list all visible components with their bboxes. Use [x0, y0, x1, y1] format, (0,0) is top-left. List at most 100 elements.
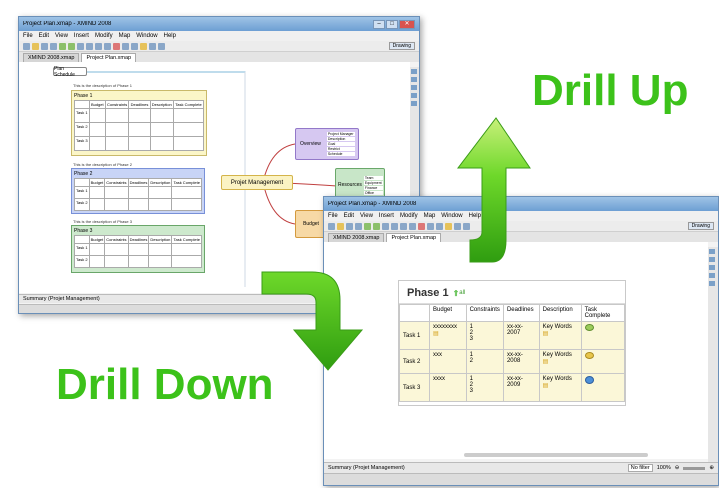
new-icon[interactable] [328, 222, 335, 230]
menu-edit[interactable]: Edit [344, 213, 354, 219]
copy-icon[interactable] [86, 42, 93, 50]
redo-icon[interactable] [373, 222, 380, 230]
menu-modify[interactable]: Modify [95, 33, 113, 39]
col-budget: Budget [429, 304, 467, 322]
phase3-table: Budget Constraints Deadlines Description Tas… [74, 235, 202, 268]
open-icon[interactable] [337, 222, 344, 230]
menu-help[interactable]: Help [469, 213, 481, 219]
subtopic-icon[interactable] [409, 222, 416, 230]
properties-icon[interactable] [709, 257, 715, 262]
task-name: Task 2 [399, 349, 430, 374]
properties-icon[interactable] [411, 77, 417, 82]
relationship-icon[interactable] [122, 42, 129, 50]
tab-project-plan[interactable]: Project Plan.xmap [81, 53, 137, 62]
menu-insert[interactable]: Insert [74, 33, 89, 39]
menu-file[interactable]: File [328, 213, 338, 219]
tab-project-plan[interactable]: Project Plan.xmap [386, 233, 442, 242]
minimize-button[interactable]: – [373, 19, 385, 29]
table-row[interactable]: Task 1 xxxxxxxx ▤ 1 2 3 xx-xx-2007 Key W… [399, 321, 626, 350]
menu-insert[interactable]: Insert [379, 213, 394, 219]
outline-icon[interactable] [709, 249, 715, 254]
cut-icon[interactable] [77, 42, 84, 50]
redo-icon[interactable] [68, 42, 75, 50]
zoom-in-icon[interactable]: ⊕ [709, 465, 714, 471]
drawing-perspective-button[interactable]: Drawing [687, 222, 714, 230]
phase2-table: Budget Constraints Deadlines Description Tas… [74, 178, 202, 211]
overview-topic[interactable]: Overview Project Manager Description Goa… [295, 128, 359, 160]
menu-edit[interactable]: Edit [39, 33, 49, 39]
horizontal-scrollbar[interactable] [464, 453, 648, 457]
topic-icon[interactable] [400, 222, 407, 230]
close-button[interactable]: ✕ [399, 19, 415, 29]
undo-icon[interactable] [59, 42, 66, 50]
markers-icon[interactable] [709, 265, 715, 270]
copy-icon[interactable] [391, 222, 398, 230]
central-topic[interactable]: Projet Management [221, 175, 293, 190]
budget-value: xxx [429, 349, 467, 374]
col-task-complete: Task Complete [171, 235, 202, 244]
open-icon[interactable] [32, 42, 39, 50]
print-icon[interactable] [355, 222, 362, 230]
new-icon[interactable] [23, 42, 30, 50]
drill-up-link[interactable]: ⇑ all [453, 289, 466, 298]
tab-xmind2008[interactable]: XMIND 2008.xmap [328, 233, 385, 242]
phase3-card[interactable]: Phase 3 Budget Constraints Deadlines Descri… [71, 225, 205, 273]
summary-icon[interactable] [140, 42, 147, 50]
overview-icon[interactable] [411, 93, 417, 98]
description-value: Key Words [542, 352, 572, 358]
filter-dropdown[interactable]: No filter [627, 464, 653, 472]
menu-window[interactable]: Window [441, 213, 462, 219]
menu-view[interactable]: View [360, 213, 373, 219]
col-deadlines: Deadlines [127, 235, 150, 244]
zoom-out-icon[interactable]: ⊖ [675, 465, 680, 471]
boundary-icon[interactable] [131, 42, 138, 50]
phase2-card[interactable]: Phase 2 Budget Constraints Deadlines Descri… [71, 168, 205, 214]
plan-schedule-node[interactable]: Plan Schedule [53, 66, 87, 78]
relationship-icon[interactable] [427, 222, 434, 230]
print-icon[interactable] [50, 42, 57, 50]
notes-icon[interactable] [709, 281, 715, 286]
constraints-value: 1 2 [465, 349, 504, 374]
topic-icon[interactable] [95, 42, 102, 50]
markers-icon[interactable] [411, 85, 417, 90]
col-constraints: Constraints [465, 304, 504, 322]
subtopic-icon[interactable] [104, 42, 111, 50]
phase1-card[interactable]: Phase 1 Budget Constraints Deadlines Descri… [71, 90, 207, 156]
marker-icon[interactable] [113, 42, 120, 50]
zoom-icon[interactable] [158, 42, 165, 50]
col-budget: Budget [88, 235, 106, 244]
save-icon[interactable] [346, 222, 353, 230]
drill-icon[interactable] [149, 42, 156, 50]
menu-view[interactable]: View [55, 33, 68, 39]
menu-modify[interactable]: Modify [400, 213, 418, 219]
undo-icon[interactable] [364, 222, 371, 230]
drill-icon[interactable] [454, 222, 461, 230]
phase1-drilled-card[interactable]: Phase 1 ⇑ all Budget Constraints Deadlin… [398, 280, 626, 406]
menu-map[interactable]: Map [424, 213, 436, 219]
menu-file[interactable]: File [23, 33, 33, 39]
summary-icon[interactable] [445, 222, 452, 230]
task-name: Task 3 [399, 373, 430, 402]
zoom-icon[interactable] [463, 222, 470, 230]
progress-icon [584, 324, 594, 331]
notes-icon[interactable] [411, 101, 417, 106]
map-canvas[interactable]: Phase 1 ⇑ all Budget Constraints Deadlin… [324, 242, 708, 459]
toolbar: Drawing [324, 221, 718, 232]
drawing-perspective-button[interactable]: Drawing [388, 42, 415, 50]
phase2-note: This is the description of Phase 2 [73, 162, 132, 167]
table-row[interactable]: Task 2 xxx 1 2 xx-xx-2008 Key Words ▤ [399, 349, 626, 374]
outline-icon[interactable] [411, 69, 417, 74]
menu-window[interactable]: Window [136, 33, 157, 39]
maximize-button[interactable]: □ [386, 19, 398, 29]
status-bar: Summary (Projet Management) No filter 10… [324, 462, 718, 473]
tab-xmind2008[interactable]: XMIND 2008.xmap [23, 53, 80, 62]
menu-help[interactable]: Help [164, 33, 176, 39]
table-row[interactable]: Task 3 xxxx 1 2 3 xx-xx-2009 Key Words ▤ [399, 373, 626, 402]
menu-map[interactable]: Map [119, 33, 131, 39]
marker-icon[interactable] [418, 222, 425, 230]
zoom-slider[interactable] [683, 466, 706, 470]
overview-icon[interactable] [709, 273, 715, 278]
boundary-icon[interactable] [436, 222, 443, 230]
cut-icon[interactable] [382, 222, 389, 230]
save-icon[interactable] [41, 42, 48, 50]
